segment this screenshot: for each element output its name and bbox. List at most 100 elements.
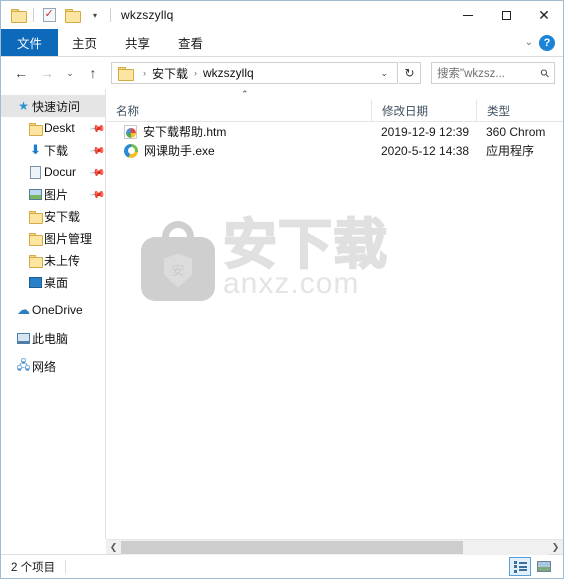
- minimize-button[interactable]: [449, 1, 487, 29]
- help-icon[interactable]: ?: [539, 34, 555, 51]
- folder-icon: [10, 9, 27, 23]
- file-name-label: 安下载帮助.htm: [143, 125, 227, 139]
- refresh-button[interactable]: ↻: [399, 62, 421, 84]
- search-placeholder: 搜索"wkzsz...: [437, 68, 505, 80]
- minimize-icon: [463, 14, 473, 16]
- status-divider: [65, 559, 67, 574]
- picture-icon: [27, 188, 44, 200]
- scroll-right-button[interactable]: ❯: [548, 542, 563, 553]
- folder-icon: [27, 210, 44, 224]
- search-input[interactable]: 搜索"wkzsz... ⚲: [431, 62, 555, 84]
- sidebar-item-onedrive[interactable]: ☁ OneDrive: [1, 299, 105, 321]
- sidebar-item-network[interactable]: 🖧 网络: [1, 355, 105, 377]
- sidebar-item-downloads[interactable]: ⬇ 下载 📌: [1, 139, 105, 161]
- file-date-cell: 2020-5-12 14:38: [381, 143, 470, 158]
- sidebar-item-label: 未上传: [44, 253, 81, 268]
- column-header-date-modified[interactable]: 修改日期: [371, 99, 476, 122]
- column-header-name[interactable]: 名称: [106, 100, 371, 122]
- folder-icon: [27, 254, 44, 268]
- watermark-domain: anxz.com: [223, 267, 360, 301]
- sidebar-item-desktop[interactable]: 桌面: [1, 271, 105, 293]
- qat-properties-button[interactable]: [38, 4, 60, 26]
- sidebar-item-desktop-pinned[interactable]: Deskt 📌: [1, 117, 105, 139]
- sidebar-item-label: 桌面: [44, 275, 69, 290]
- qat-folder-button[interactable]: [7, 4, 29, 26]
- up-button[interactable]: ↑: [81, 61, 105, 85]
- table-row[interactable]: 安下载帮助.htm 2019-12-9 12:39 360 Chrom: [106, 122, 563, 141]
- breadcrumb-dropdown-icon[interactable]: ⌄: [375, 68, 393, 79]
- sidebar-item-label: 此电脑: [32, 331, 69, 346]
- application-icon: [124, 143, 138, 158]
- tab-share[interactable]: 共享: [111, 29, 164, 56]
- large-icons-view-icon: [537, 561, 551, 572]
- navigation-pane: ★ 快速访问 Deskt 📌 ⬇ 下载 📌 Docur 📌 图片 �: [1, 89, 106, 539]
- pin-icon: 📌: [88, 120, 105, 137]
- sidebar-item-documents[interactable]: Docur 📌: [1, 161, 105, 183]
- ribbon-tabs: 文件 主页 共享 查看 ⌄ ?: [1, 29, 563, 57]
- item-count-label: 2 个项目: [11, 561, 56, 574]
- sort-indicator-strip: ⌃: [106, 89, 563, 100]
- sidebar-item-picture-manage[interactable]: 图片管理: [1, 227, 105, 249]
- file-type-cell: 应用程序: [486, 144, 535, 158]
- sidebar-item-pictures[interactable]: 图片 📌: [1, 183, 105, 205]
- maximize-button[interactable]: [487, 1, 525, 29]
- breadcrumb-item-0[interactable]: 安下载: [152, 65, 188, 82]
- document-icon: [27, 165, 44, 179]
- sidebar-item-not-uploaded[interactable]: 未上传: [1, 249, 105, 271]
- chevron-down-icon: ▾: [92, 10, 97, 20]
- sidebar-item-label: 快速访问: [32, 99, 81, 114]
- horizontal-scrollbar[interactable]: ❮ ❯: [106, 539, 563, 555]
- new-folder-icon: [64, 9, 81, 23]
- qat-customize-button[interactable]: ▾: [84, 4, 106, 26]
- maximize-icon: [501, 10, 511, 20]
- file-type-cell: 360 Chrom: [486, 124, 546, 139]
- file-name-cell[interactable]: 网课助手.exe: [106, 142, 371, 159]
- network-icon: 🖧: [16, 357, 31, 372]
- window-title: wkzszyllq: [121, 8, 174, 22]
- close-icon: ✕: [538, 7, 550, 23]
- pin-icon: 📌: [88, 164, 105, 181]
- title-bar: ▾ wkzszyllq ✕: [1, 1, 563, 29]
- collapse-ribbon-icon[interactable]: ⌄: [525, 37, 533, 48]
- tab-file[interactable]: 文件: [1, 29, 59, 56]
- sidebar-item-quick-access[interactable]: ★ 快速访问: [1, 95, 105, 117]
- large-icons-view-button[interactable]: [533, 557, 555, 576]
- sidebar-item-anxiazai[interactable]: 安下载: [1, 205, 105, 227]
- sidebar-item-label: Deskt: [44, 121, 75, 135]
- close-button[interactable]: ✕: [525, 1, 563, 29]
- scrollbar-thumb[interactable]: [121, 540, 463, 554]
- sidebar-item-label: 安下载: [44, 209, 81, 224]
- details-view-icon: [513, 560, 527, 573]
- scrollbar-track[interactable]: [121, 539, 548, 555]
- sidebar-item-label: Docur: [44, 165, 77, 179]
- sidebar-item-label: 下载: [44, 143, 69, 158]
- forward-button[interactable]: →: [35, 61, 59, 85]
- sort-ascending-icon: ⌃: [241, 89, 249, 99]
- breadcrumb-separator-0: ›: [143, 68, 146, 78]
- file-explorer-window: ▾ wkzszyllq ✕ 文件 主页 共享 查看 ⌄ ? ← →: [0, 0, 564, 579]
- qat-new-folder-button[interactable]: [61, 4, 83, 26]
- breadcrumb[interactable]: › 安下载 › wkzszyllq ⌄: [111, 62, 398, 84]
- tab-view[interactable]: 查看: [164, 29, 217, 56]
- quick-access-toolbar: ▾: [1, 4, 114, 26]
- breadcrumb-item-1[interactable]: wkzszyllq: [203, 66, 254, 80]
- details-view-button[interactable]: [509, 557, 531, 576]
- recent-locations-button[interactable]: ⌄: [61, 61, 79, 85]
- file-list-pane: ⌃ 名称 修改日期 类型 安 安下载 anxz.com 安下载帮助.htm 20…: [106, 89, 563, 539]
- scroll-left-button[interactable]: ❮: [106, 542, 121, 553]
- table-row[interactable]: 网课助手.exe 2020-5-12 14:38 应用程序: [106, 141, 563, 160]
- sidebar-item-label: 图片: [44, 187, 69, 202]
- tab-home[interactable]: 主页: [58, 29, 111, 56]
- sidebar-item-this-pc[interactable]: 此电脑: [1, 327, 105, 349]
- column-header-type[interactable]: 类型: [476, 99, 563, 122]
- ribbon-right-controls: ⌄ ?: [525, 29, 563, 56]
- back-button[interactable]: ←: [9, 61, 33, 85]
- breadcrumb-separator-1: ›: [194, 68, 198, 78]
- download-arrow-icon: ⬇: [30, 142, 41, 157]
- watermark-title: 安下载: [222, 215, 388, 275]
- file-name-label: 网课助手.exe: [144, 144, 215, 158]
- file-name-cell[interactable]: 安下载帮助.htm: [106, 123, 371, 140]
- watermark: 安 安下载 anxz.com: [141, 215, 388, 301]
- pin-icon: 📌: [88, 186, 105, 203]
- sidebar-item-label: 网络: [32, 359, 57, 374]
